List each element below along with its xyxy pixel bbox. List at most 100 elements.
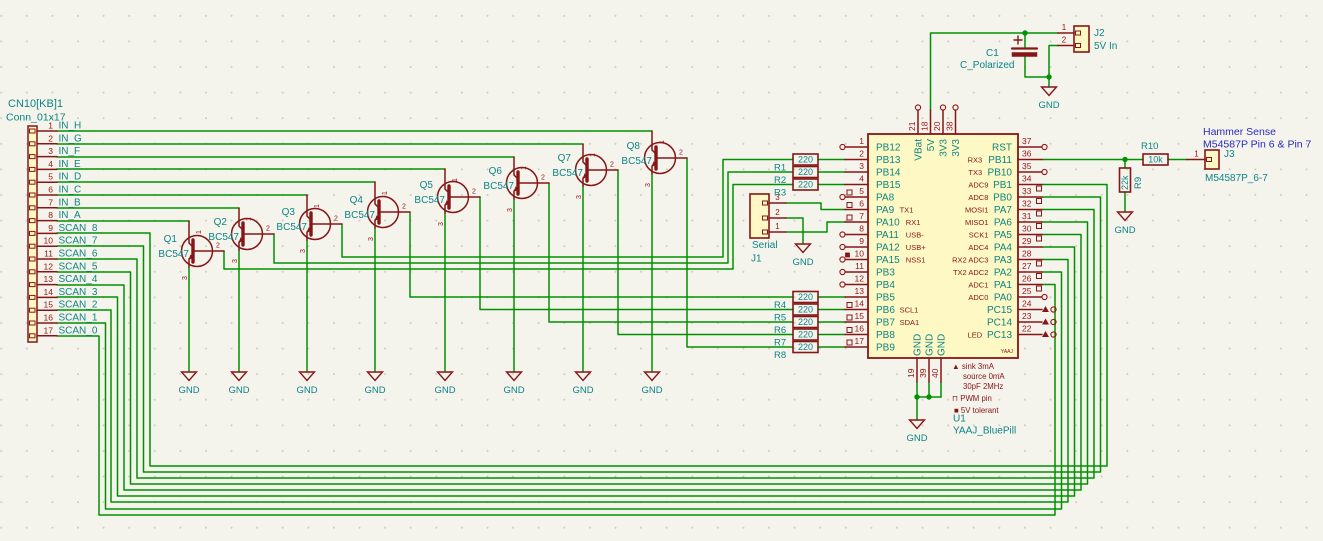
wire[interactable] [786, 203, 845, 210]
transistor-ref[interactable]: Q5 [420, 180, 434, 191]
transistor-q4[interactable]: Q4BC547123 [344, 182, 410, 241]
j3-value[interactable]: M54587P_6-7 [1205, 173, 1268, 184]
gnd-label[interactable]: GND [1038, 100, 1059, 111]
transistor-ref[interactable]: Q3 [282, 207, 296, 218]
transistor-value[interactable]: BC547 [344, 210, 375, 221]
gnd-label[interactable]: GND [906, 433, 927, 444]
gnd-label[interactable]: GND [178, 385, 199, 396]
transistor-ref[interactable]: Q6 [489, 166, 503, 177]
gnd-label[interactable]: GND [1114, 225, 1135, 236]
gnd-label[interactable]: GND [296, 385, 317, 396]
gnd-symbol[interactable] [645, 372, 660, 381]
transistor-q5[interactable]: Q5BC547123 [414, 169, 480, 226]
mcu-u1[interactable]: 1PB122PB133PB144PB155PA86PA9TX17PA10RX18… [840, 105, 1056, 437]
resistor-ref[interactable]: R4 [774, 300, 786, 311]
wire[interactable] [410, 212, 793, 297]
transistor-value[interactable]: BC547 [208, 232, 239, 243]
c1-value[interactable]: C_Polarized [960, 60, 1014, 71]
wire[interactable] [786, 222, 845, 232]
gnd-label[interactable]: GND [503, 385, 524, 396]
net-label-scan_7[interactable]: SCAN_7 [59, 236, 98, 247]
resistor-ref[interactable]: R10 [1141, 141, 1158, 152]
wire[interactable] [1049, 46, 1058, 88]
transistor-ref[interactable]: Q2 [214, 217, 228, 228]
connector-j3[interactable]: 1J3M54587P_6-7 [1187, 149, 1268, 184]
resistor-r10[interactable]: 10kR10 [1141, 141, 1168, 165]
net-label-in_c[interactable]: IN_C [59, 185, 82, 196]
wire[interactable] [931, 33, 1059, 110]
gnd-label[interactable]: GND [434, 385, 455, 396]
net-label-in_d[interactable]: IN_D [59, 172, 82, 183]
net-label-scan_0[interactable]: SCAN_0 [59, 325, 98, 336]
gnd-label[interactable]: GND [364, 385, 385, 396]
gnd-symbol[interactable] [1042, 87, 1057, 96]
resistor-ref[interactable]: R5 [774, 313, 786, 324]
net-label-in_a[interactable]: IN_A [59, 210, 82, 221]
transistor-q8[interactable]: Q8BC547123 [621, 131, 687, 187]
gnd-symbol[interactable] [576, 372, 591, 381]
wire[interactable] [786, 218, 803, 244]
j3-ref[interactable]: J3 [1224, 149, 1235, 160]
resistor-value[interactable]: 220 [798, 180, 813, 190]
gnd-symbol[interactable] [182, 372, 197, 381]
gnd-symbol[interactable] [1118, 212, 1133, 221]
transistor-q7[interactable]: Q7BC547123 [552, 144, 618, 199]
net-label-scan_4[interactable]: SCAN_4 [59, 274, 98, 285]
resistor-ref[interactable]: R8 [774, 350, 786, 361]
resistor-value[interactable]: 220 [798, 155, 813, 165]
transistor-q1[interactable]: Q1BC547123 [158, 221, 224, 280]
gnd-symbol[interactable] [910, 420, 925, 429]
transistor-ref[interactable]: Q7 [558, 153, 572, 164]
j2-ref[interactable]: J2 [1094, 28, 1105, 39]
gnd-label[interactable]: GND [641, 385, 662, 396]
net-label-in_f[interactable]: IN_F [59, 146, 81, 157]
net-label-scan_1[interactable]: SCAN_1 [59, 313, 98, 324]
resistor-value[interactable]: 220 [798, 342, 813, 352]
connector-j1[interactable]: 321SerialJ1 [750, 193, 786, 265]
net-label-scan_6[interactable]: SCAN_6 [59, 249, 98, 260]
net-label-scan_3[interactable]: SCAN_3 [59, 287, 98, 298]
j2-value[interactable]: 5V In [1094, 41, 1117, 52]
resistor-value[interactable]: 10k [1148, 155, 1163, 165]
resistor-ref[interactable]: R9 [1133, 177, 1144, 189]
resistor-value[interactable]: 220 [798, 305, 813, 315]
transistor-value[interactable]: BC547 [276, 222, 307, 233]
gnd-symbol[interactable] [232, 372, 247, 381]
net-label-scan_2[interactable]: SCAN_2 [59, 300, 98, 311]
c1-ref[interactable]: C1 [986, 48, 999, 59]
gnd-label[interactable]: GND [228, 385, 249, 396]
resistor-ref[interactable]: R1 [774, 163, 786, 174]
mcu-ref[interactable]: U1 [953, 414, 966, 425]
net-label-scan_8[interactable]: SCAN_8 [59, 223, 98, 234]
wire[interactable] [1025, 57, 1049, 78]
resistor-ref[interactable]: R2 [774, 175, 786, 186]
resistor-value[interactable]: 220 [798, 167, 813, 177]
resistor-value[interactable]: 220 [798, 292, 813, 302]
transistor-q2[interactable]: Q2BC547123 [208, 208, 274, 263]
connector-ref[interactable]: CN10[KB]1 [8, 98, 63, 110]
resistor-value[interactable]: 220 [798, 317, 813, 327]
net-label-scan_5[interactable]: SCAN_5 [59, 261, 98, 272]
transistor-ref[interactable]: Q8 [627, 141, 641, 152]
net-label-in_e[interactable]: IN_E [59, 159, 82, 170]
gnd-label[interactable]: GND [572, 385, 593, 396]
gnd-label[interactable]: GND [792, 257, 813, 268]
j1-ref[interactable]: J1 [751, 254, 762, 265]
transistor-ref[interactable]: Q1 [164, 234, 178, 245]
transistor-value[interactable]: BC547 [414, 195, 445, 206]
transistor-value[interactable]: BC547 [158, 249, 189, 260]
transistor-q6[interactable]: Q6BC547123 [483, 157, 549, 212]
transistor-value[interactable]: BC547 [552, 168, 583, 179]
gnd-symbol[interactable] [438, 372, 453, 381]
net-label-in_g[interactable]: IN_G [59, 133, 83, 144]
mcu-value[interactable]: YAAJ_BluePill [953, 426, 1016, 437]
transistor-q3[interactable]: Q3BC547123 [276, 195, 342, 253]
gnd-symbol[interactable] [300, 372, 315, 381]
wire[interactable] [480, 197, 793, 310]
j1-value[interactable]: Serial [752, 240, 778, 251]
annotation-text-1[interactable]: M54587P Pin 6 & Pin 7 [1203, 139, 1312, 151]
gnd-symbol[interactable] [368, 372, 383, 381]
transistor-value[interactable]: BC547 [621, 156, 652, 167]
resistor-ref[interactable]: R7 [774, 338, 786, 349]
net-label-in_b[interactable]: IN_B [59, 197, 82, 208]
